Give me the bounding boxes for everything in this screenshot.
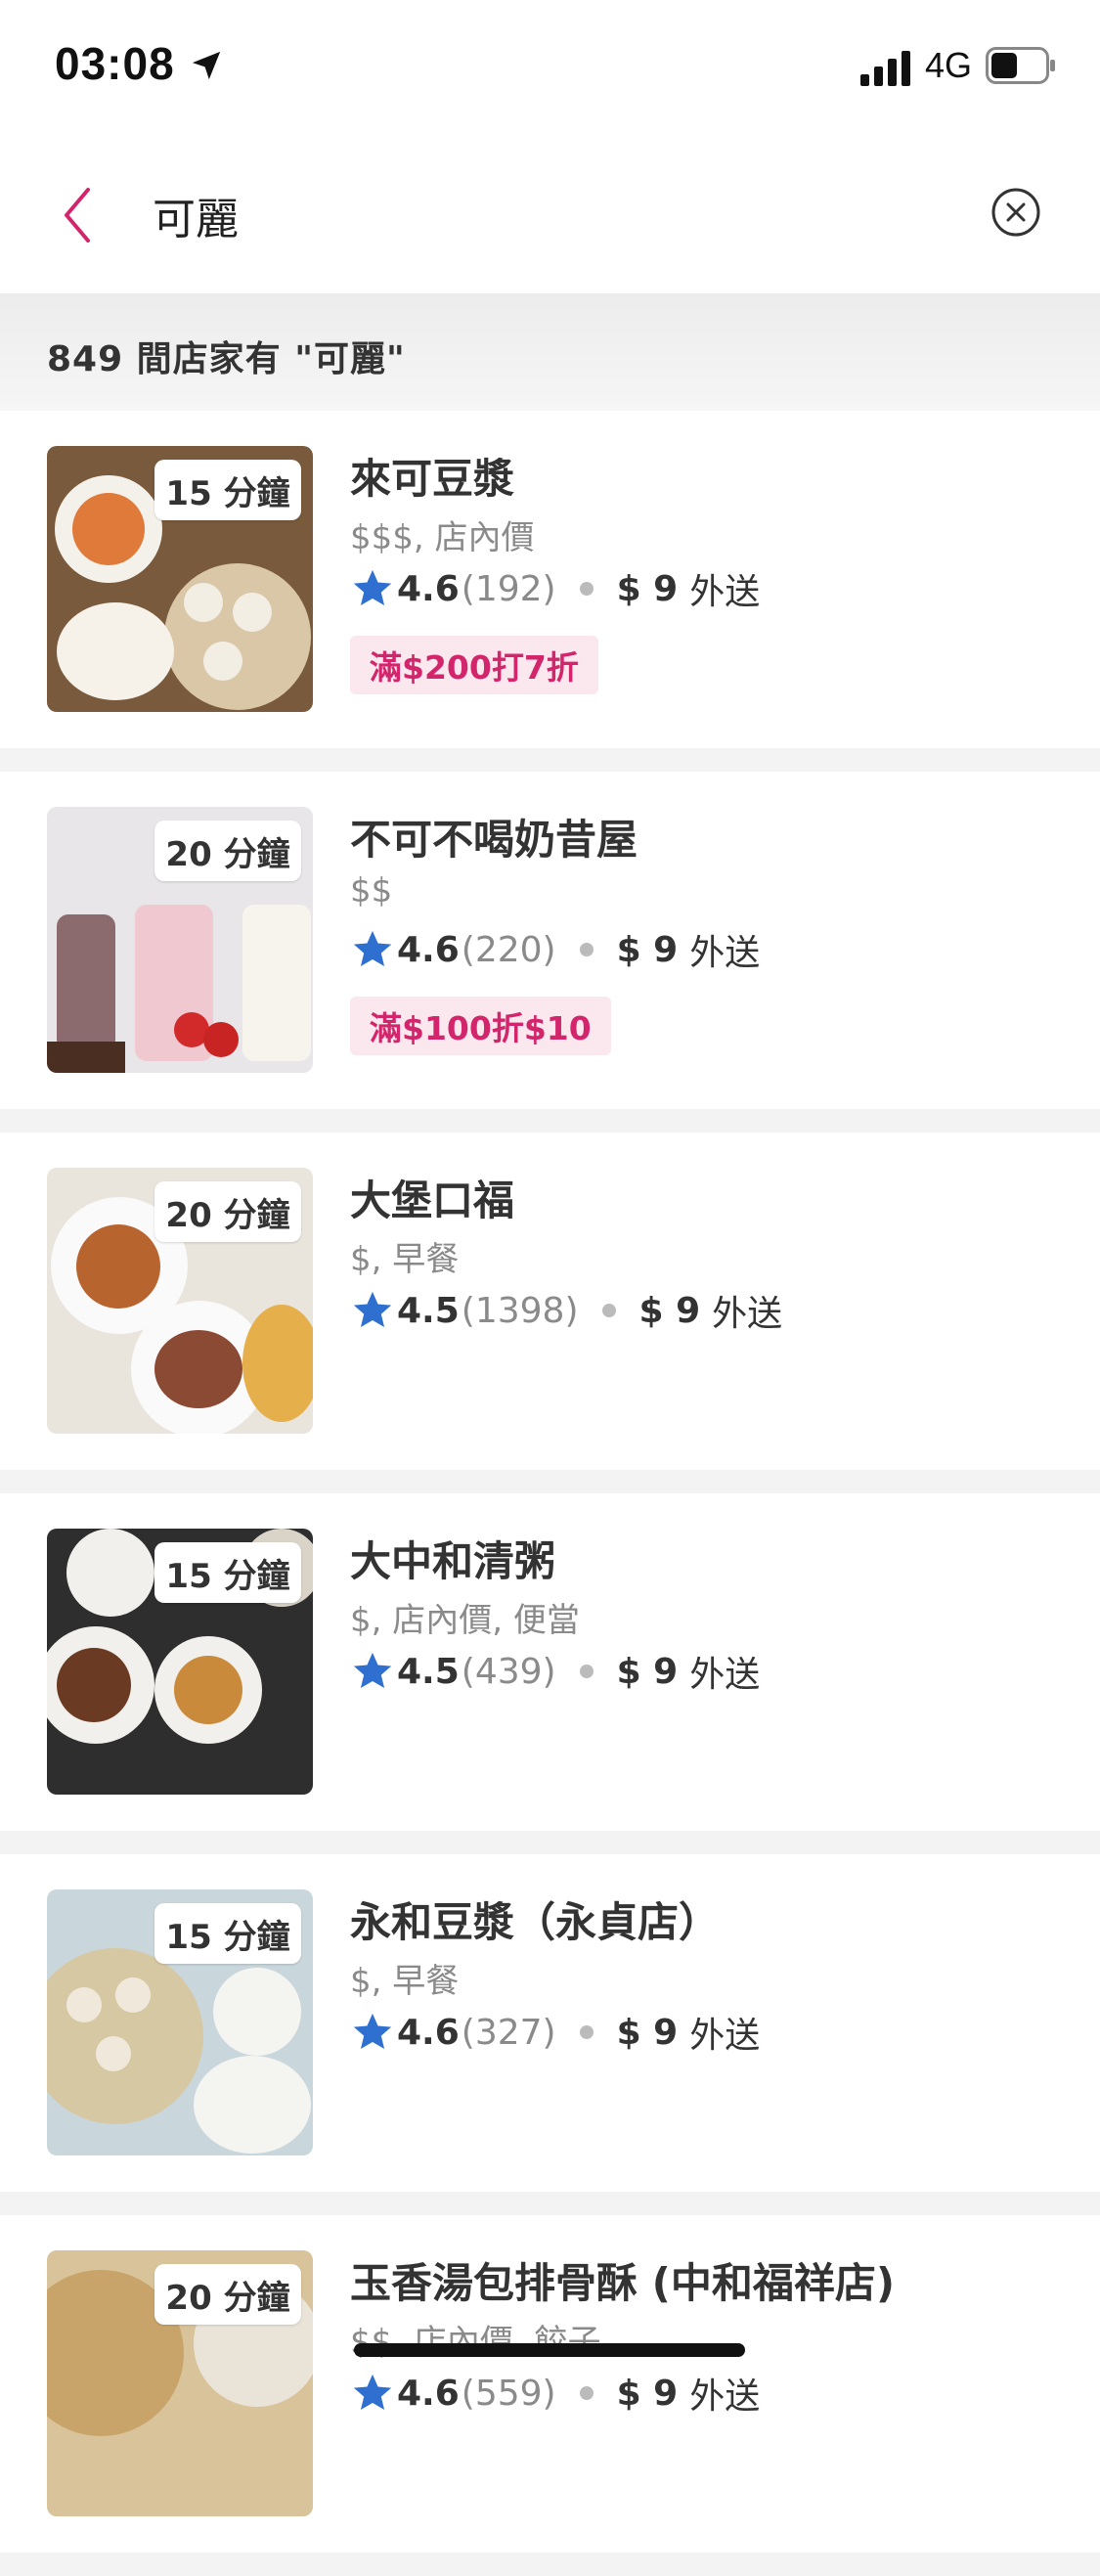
search-header: 可麗 — [0, 137, 1100, 293]
restaurant-tags: $$ — [350, 871, 393, 910]
delivery-time-badge: 20 分鐘 — [154, 821, 301, 881]
star-icon — [353, 2013, 392, 2050]
home-indicator[interactable] — [354, 2343, 745, 2357]
restaurant-card[interactable]: 20 分鐘 不可不喝奶昔屋 $$ 4.6 (220) $ 9 外送 滿$100折… — [0, 772, 1100, 1109]
rating-value: 4.5 — [397, 1651, 460, 1692]
separator-dot — [601, 1304, 616, 1317]
rating-row: 4.5 (1398) $ 9 外送 — [350, 1283, 782, 1338]
star-icon — [353, 930, 392, 967]
result-count: 849 間店家有 "可麗" — [47, 339, 406, 379]
network-type: 4G — [925, 45, 973, 85]
signal-icon — [860, 51, 910, 86]
restaurant-image: 15 分鐘 — [47, 1529, 313, 1795]
restaurant-image: 15 分鐘 — [47, 1889, 313, 2155]
rating-value: 4.5 — [397, 1290, 460, 1331]
delivery-fee-label: 外送 — [689, 572, 761, 612]
delivery-fee: $ 9 — [616, 1651, 679, 1692]
delivery-fee-label: 外送 — [712, 1294, 783, 1334]
rating-row: 4.6 (220) $ 9 外送 — [350, 922, 760, 977]
status-time: 03:08 — [55, 38, 175, 89]
promo-badge: 滿$100折$10 — [350, 997, 611, 1055]
delivery-fee: $ 9 — [616, 568, 679, 609]
star-icon — [353, 1291, 392, 1328]
delivery-fee-label: 外送 — [689, 933, 761, 973]
separator-dot — [579, 582, 594, 596]
location-arrow-icon — [192, 51, 221, 80]
review-count: (327) — [461, 2012, 556, 2053]
restaurant-name: 不可不喝奶昔屋 — [350, 816, 638, 864]
restaurant-name: 來可豆漿 — [350, 455, 515, 503]
review-count: (1398) — [461, 1290, 579, 1331]
delivery-time-badge: 20 分鐘 — [154, 1181, 301, 1242]
delivery-time-badge: 15 分鐘 — [154, 1542, 301, 1603]
review-count: (439) — [461, 1651, 556, 1692]
review-count: (220) — [461, 929, 556, 970]
separator-dot — [579, 2025, 594, 2039]
rating-row: 4.6 (327) $ 9 外送 — [350, 2005, 760, 2060]
review-count: (559) — [461, 2373, 556, 2414]
search-input[interactable]: 可麗 — [153, 184, 239, 246]
restaurant-card[interactable]: 20 分鐘 大堡口福 $, 早餐 4.5 (1398) $ 9 外送 — [0, 1133, 1100, 1470]
separator-dot — [579, 2386, 594, 2400]
star-icon — [353, 2374, 392, 2411]
delivery-time-badge: 15 分鐘 — [154, 1903, 301, 1964]
restaurant-name: 大中和清粥 — [350, 1537, 556, 1585]
restaurant-name: 大堡口福 — [350, 1177, 515, 1224]
restaurant-card[interactable]: 15 分鐘 永和豆漿（永貞店） $, 早餐 4.6 (327) $ 9 外送 — [0, 1854, 1100, 2192]
delivery-fee: $ 9 — [616, 2012, 679, 2053]
restaurant-tags: $, 早餐 — [350, 1240, 460, 1279]
restaurant-image: 20 分鐘 — [47, 807, 313, 1073]
rating-value: 4.6 — [397, 568, 460, 609]
rating-value: 4.6 — [397, 929, 460, 970]
delivery-fee: $ 9 — [638, 1290, 701, 1331]
restaurant-tags: $, 早餐 — [350, 1962, 460, 2001]
battery-icon — [986, 47, 1055, 84]
back-chevron-icon[interactable] — [51, 176, 106, 254]
rating-row: 4.6 (559) $ 9 外送 — [350, 2366, 760, 2421]
rating-value: 4.6 — [397, 2373, 460, 2414]
rating-row: 4.6 (192) $ 9 外送 — [350, 561, 760, 616]
restaurant-name: 永和豆漿（永貞店） — [350, 1898, 721, 1946]
star-icon — [353, 1652, 392, 1689]
rating-value: 4.6 — [397, 2012, 460, 2053]
delivery-fee-label: 外送 — [689, 2376, 761, 2417]
rating-row: 4.5 (439) $ 9 外送 — [350, 1644, 760, 1699]
restaurant-name: 玉香湯包排骨酥 (中和福祥店) — [350, 2259, 896, 2307]
separator-dot — [579, 1665, 594, 1678]
promo-badge: 滿$200打7折 — [350, 636, 598, 694]
status-bar: 03:08 4G — [0, 0, 1100, 137]
restaurant-image: 20 分鐘 — [47, 2250, 313, 2516]
delivery-fee: $ 9 — [616, 2373, 679, 2414]
restaurant-image: 20 分鐘 — [47, 1168, 313, 1434]
delivery-fee-label: 外送 — [689, 1655, 761, 1695]
restaurant-tags: $, 店內價, 便當 — [350, 1601, 580, 1640]
delivery-fee: $ 9 — [616, 929, 679, 970]
restaurant-image: 15 分鐘 — [47, 446, 313, 712]
clear-icon[interactable] — [990, 186, 1042, 239]
result-count-bar: 849 間店家有 "可麗" — [0, 293, 1100, 411]
restaurant-card[interactable]: 20 分鐘 玉香湯包排骨酥 (中和福祥店) $$, 店內價, 餃子 4.6 (5… — [0, 2215, 1100, 2553]
delivery-time-badge: 20 分鐘 — [154, 2264, 301, 2325]
star-icon — [353, 569, 392, 606]
restaurant-tags: $$$, 店內價 — [350, 518, 535, 557]
separator-dot — [579, 943, 594, 956]
restaurant-card[interactable]: 15 分鐘 大中和清粥 $, 店內價, 便當 4.5 (439) $ 9 外送 — [0, 1493, 1100, 1831]
delivery-time-badge: 15 分鐘 — [154, 460, 301, 520]
restaurant-card[interactable]: 15 分鐘 來可豆漿 $$$, 店內價 4.6 (192) $ 9 外送 滿$2… — [0, 411, 1100, 748]
restaurant-list: 15 分鐘 來可豆漿 $$$, 店內價 4.6 (192) $ 9 外送 滿$2… — [0, 411, 1100, 2576]
delivery-fee-label: 外送 — [689, 2016, 761, 2056]
review-count: (192) — [461, 568, 556, 609]
